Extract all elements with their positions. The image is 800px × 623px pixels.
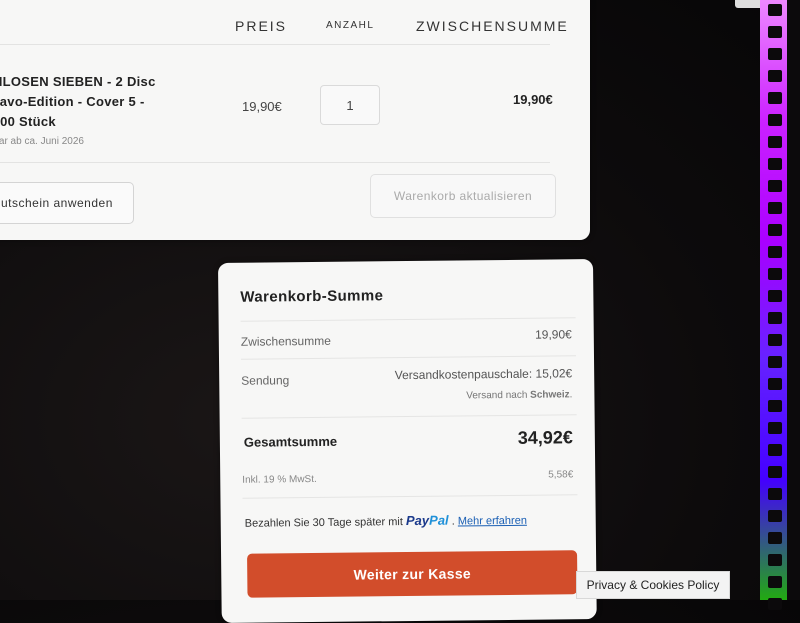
row-divider [0, 162, 550, 163]
film-perforation [768, 4, 782, 16]
product-name-line-2: anavo-Edition - Cover 5 - [0, 94, 145, 109]
film-perforation [768, 180, 782, 192]
film-perforation [768, 202, 782, 214]
shipping-destination-suffix: . [569, 389, 573, 401]
column-header-subtotal: ZWISCHENSUMME [416, 18, 569, 34]
divider [241, 355, 576, 360]
paypal-logo-pay: Pay [405, 512, 430, 529]
divider [242, 494, 578, 499]
film-perforation [768, 334, 782, 346]
shipping-destination-prefix: Versand nach [466, 389, 528, 402]
privacy-cookies-policy-button[interactable]: Privacy & Cookies Policy [576, 571, 730, 599]
shipping-value: Versandkostenpauschale: 15,02€ [394, 366, 573, 383]
film-perforation [768, 290, 782, 302]
paypal-message: Bezahlen Sie 30 Tage später mit PayPal .… [245, 512, 527, 530]
item-subtotal: 19,90€ [513, 92, 553, 107]
divider [240, 317, 576, 322]
paypal-logo: PayPal [406, 513, 449, 528]
quantity-input[interactable]: 1 [320, 85, 380, 125]
film-perforation [768, 312, 782, 324]
header-divider [0, 44, 550, 45]
column-header-quantity: ANZAHL [326, 20, 375, 31]
film-perforation [768, 444, 782, 456]
decorative-film-strip [760, 0, 800, 610]
paypal-message-text: Bezahlen Sie 30 Tage später mit [244, 516, 403, 530]
divider [241, 414, 577, 419]
paypal-separator: . [451, 515, 455, 528]
film-perforation [768, 114, 782, 126]
proceed-to-checkout-button[interactable]: Weiter zur Kasse [247, 550, 578, 598]
film-perforation [768, 554, 782, 566]
tax-value: 5,58€ [548, 469, 574, 481]
subtotal-label: Zwischensumme [240, 333, 331, 349]
total-label: Gesamtsumme [243, 433, 338, 450]
cart-table: PREIS ANZAHL ZWISCHENSUMME ENLOSEN SIEBE… [0, 0, 590, 240]
film-perforation [768, 158, 782, 170]
film-perforation [768, 26, 782, 38]
film-perforation [768, 488, 782, 500]
paypal-logo-pal: Pal [429, 512, 449, 528]
subtotal-value: 19,90€ [534, 327, 572, 342]
film-perforation [768, 136, 782, 148]
apply-coupon-button[interactable]: Gutschein anwenden [0, 182, 134, 224]
shipping-country: Schweiz [530, 389, 570, 401]
film-perforation [768, 48, 782, 60]
product-name-line-3: f 100 Stück [0, 114, 56, 129]
shipping-label: Sendung [241, 373, 290, 388]
film-perforation [768, 422, 782, 434]
film-perforation [768, 532, 782, 544]
film-perforation [768, 246, 782, 258]
total-value: 34,92€ [517, 427, 573, 448]
update-cart-button[interactable]: Warenkorb aktualisieren [370, 174, 556, 218]
column-header-price: PREIS [235, 18, 288, 34]
film-perforation [768, 576, 782, 588]
shipping-destination: Versand nach Schweiz. [466, 389, 572, 401]
film-perforation [768, 466, 782, 478]
paypal-learn-more-link[interactable]: Mehr erfahren [458, 515, 527, 528]
product-name-line-1: ENLOSEN SIEBEN - 2 Disc [0, 74, 156, 89]
film-perforation [768, 70, 782, 82]
film-perforation [768, 400, 782, 412]
item-price: 19,90€ [242, 99, 282, 114]
product-availability: rbar ab ca. Juni 2026 [0, 136, 84, 147]
film-perforation [768, 356, 782, 368]
film-perforation [768, 378, 782, 390]
product-name[interactable]: ENLOSEN SIEBEN - 2 Disc anavo-Edition - … [0, 72, 184, 132]
cart-totals: Warenkorb-Summe Zwischensumme 19,90€ Sen… [218, 259, 597, 623]
cart-totals-title: Warenkorb-Summe [240, 287, 384, 306]
film-perforation [768, 268, 782, 280]
film-rail [787, 0, 800, 600]
film-perforation [768, 224, 782, 236]
film-perforation [768, 92, 782, 104]
tax-label: Inkl. 19 % MwSt. [242, 473, 317, 486]
film-perforation [768, 510, 782, 522]
